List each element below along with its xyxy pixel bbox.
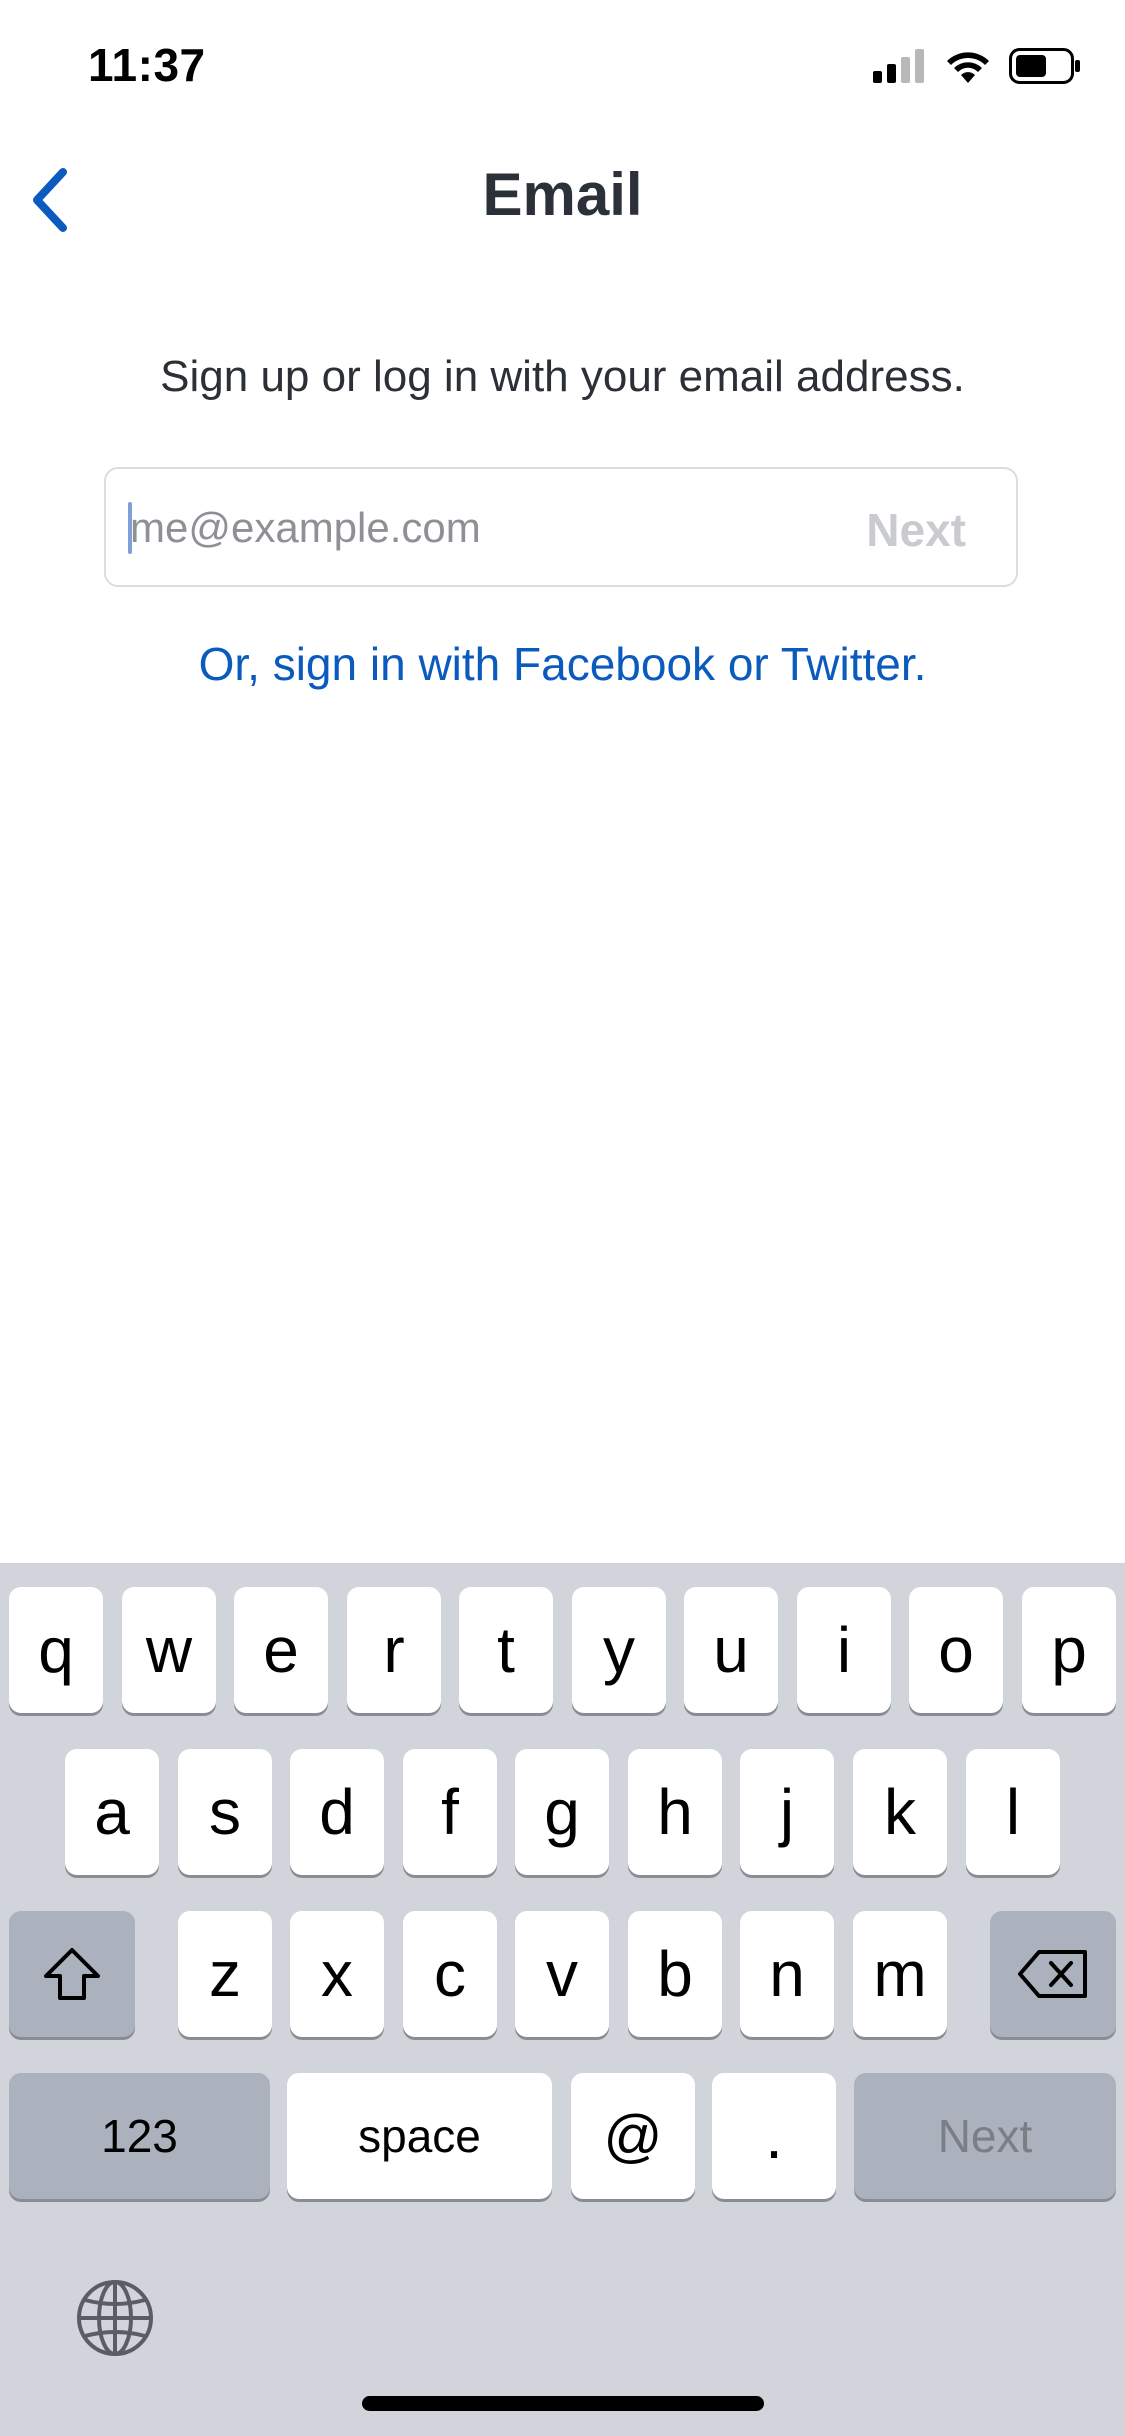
key-v[interactable]: v xyxy=(515,1911,609,2037)
key-w[interactable]: w xyxy=(122,1587,216,1713)
period-key[interactable]: . xyxy=(712,2073,836,2199)
social-sign-in-link[interactable]: Or, sign in with Facebook or Twitter. xyxy=(0,637,1125,691)
email-field[interactable] xyxy=(128,469,752,587)
globe-icon[interactable] xyxy=(75,2278,155,2358)
key-q[interactable]: q xyxy=(9,1587,103,1713)
key-p[interactable]: p xyxy=(1022,1587,1116,1713)
shift-key[interactable] xyxy=(9,1911,135,2037)
instruction-text: Sign up or log in with your email addres… xyxy=(160,352,965,401)
key-d[interactable]: d xyxy=(290,1749,384,1875)
key-h[interactable]: h xyxy=(628,1749,722,1875)
key-k[interactable]: k xyxy=(853,1749,947,1875)
key-e[interactable]: e xyxy=(234,1587,328,1713)
page-title: Email xyxy=(482,161,643,228)
status-icons xyxy=(873,46,1081,86)
battery-icon xyxy=(1009,48,1080,84)
backspace-key[interactable] xyxy=(990,1911,1116,2037)
key-j[interactable]: j xyxy=(740,1749,834,1875)
keyboard-next-key[interactable]: Next xyxy=(854,2073,1116,2199)
key-g[interactable]: g xyxy=(515,1749,609,1875)
numbers-key[interactable]: 123 xyxy=(9,2073,270,2199)
key-s[interactable]: s xyxy=(178,1749,272,1875)
key-m[interactable]: m xyxy=(853,1911,947,2037)
key-b[interactable]: b xyxy=(628,1911,722,2037)
status-bar: 11:37 xyxy=(0,0,1125,135)
key-c[interactable]: c xyxy=(403,1911,497,2037)
key-f[interactable]: f xyxy=(403,1749,497,1875)
key-y[interactable]: y xyxy=(572,1587,666,1713)
next-button[interactable]: Next xyxy=(866,503,966,557)
home-indicator xyxy=(362,2396,764,2411)
space-key[interactable]: space xyxy=(287,2073,552,2199)
at-key[interactable]: @ xyxy=(571,2073,695,2199)
backspace-icon xyxy=(1018,1950,1087,1998)
wifi-icon xyxy=(947,52,989,83)
email-field-container: Next xyxy=(104,467,1018,587)
key-l[interactable]: l xyxy=(966,1749,1060,1875)
key-u[interactable]: u xyxy=(684,1587,778,1713)
shift-icon xyxy=(44,1948,100,2000)
key-t[interactable]: t xyxy=(459,1587,553,1713)
key-a[interactable]: a xyxy=(65,1749,159,1875)
key-x[interactable]: x xyxy=(290,1911,384,2037)
status-time: 11:37 xyxy=(88,39,206,91)
key-r[interactable]: r xyxy=(347,1587,441,1713)
key-i[interactable]: i xyxy=(797,1587,891,1713)
key-n[interactable]: n xyxy=(740,1911,834,2037)
key-z[interactable]: z xyxy=(178,1911,272,2037)
key-o[interactable]: o xyxy=(909,1587,1003,1713)
signal-icon xyxy=(873,49,924,83)
